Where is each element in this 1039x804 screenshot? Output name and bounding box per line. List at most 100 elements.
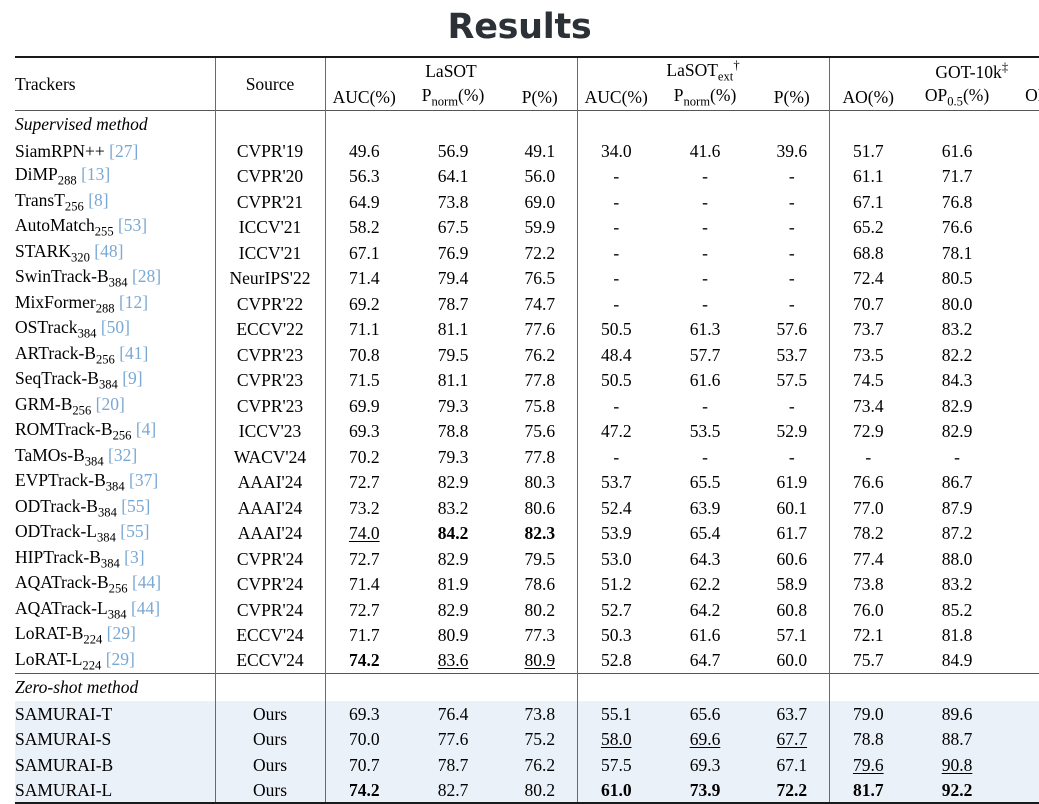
cell-value: 69.3 <box>324 701 403 727</box>
results-page: Results Trackers Source LaSOT LaSOText† GOT-… <box>0 0 1039 804</box>
cell-value: 51.2 <box>576 571 655 598</box>
cell-value: 72.7 <box>324 469 403 496</box>
table-row: SAMURAI-B Ours 70.7 78.7 76.2 57.5 69.3 67.1 79.… <box>15 752 1039 778</box>
tracker-subscript: 384 <box>107 607 127 622</box>
cell-value: 84.3 <box>941 370 973 391</box>
section-header-row: Zero-shot method <box>15 674 1039 702</box>
cell-value: 74.2 <box>324 648 403 674</box>
table-row: ODTrack-B384 [55] AAAI'24 73.2 83.2 80.6 52.4… <box>15 495 1039 521</box>
header-source: Source <box>214 58 325 111</box>
cell-value: 41.6 <box>689 140 721 161</box>
cell-value: 78.6 <box>524 574 556 595</box>
tracker-subscript: 384 <box>96 530 116 545</box>
table-row: MixFormer288 [12] CVPR'22 69.2 78.7 74.7- - -7… <box>15 291 1039 317</box>
cell-value: 60.1 <box>776 497 808 518</box>
cell-value: - <box>788 217 795 238</box>
cell-value: 53.0 <box>576 546 655 572</box>
citation-link[interactable]: [28] <box>132 266 161 286</box>
cell-tracker: SAMURAI-L <box>15 777 215 804</box>
cell-value: 78.8 <box>437 421 469 442</box>
tracker-subscript: 384 <box>105 479 125 494</box>
cell-value: 57.5 <box>576 752 655 778</box>
cell-value: 75.0 <box>1007 648 1039 674</box>
citation-link[interactable]: [29] <box>107 623 136 643</box>
cell-value: 58.9 <box>776 574 808 595</box>
cell-value: - <box>702 293 708 314</box>
cell-tracker: OSTrack384 [50] <box>15 317 130 341</box>
citation-link[interactable]: [12] <box>119 292 148 312</box>
cell-value: 60.0 <box>776 650 808 671</box>
tracker-subscript: 224 <box>82 658 102 673</box>
cell-value: - <box>788 242 795 263</box>
citation-link[interactable]: [3] <box>124 547 144 567</box>
cell-value: 34.0 <box>576 138 655 164</box>
cell-value: 61.7 <box>776 523 808 544</box>
cell-value: 48.4 <box>576 342 655 368</box>
cell-value: 77.3 <box>524 625 556 646</box>
cell-value: 76.0 <box>828 597 907 623</box>
citation-link[interactable]: [29] <box>106 649 135 669</box>
table-row: SwinTrack-B384 [28] NeurIPS'22 71.4 79.4 76.… <box>15 265 1039 292</box>
table-row: SAMURAI-L Ours 74.2 82.7 80.2 61.0 73.9 72.2 81.… <box>15 777 1039 804</box>
cell-value: 70.8 <box>1007 317 1039 343</box>
citation-link[interactable]: [32] <box>108 445 137 465</box>
cell-value: 49.1 <box>524 140 556 161</box>
cell-value: 73.4 <box>828 393 907 419</box>
citation-link[interactable]: [4] <box>136 419 156 439</box>
cell-value: - <box>576 444 655 470</box>
cell-value: 49.2 <box>1007 164 1039 190</box>
citation-link[interactable]: [50] <box>101 317 130 337</box>
citation-link[interactable]: [41] <box>119 343 148 363</box>
cell-value: - <box>788 166 795 187</box>
cell-value: 64.1 <box>437 166 469 187</box>
cell-value: 78.1 <box>941 242 973 263</box>
cell-value: 79.5 <box>524 548 556 569</box>
table-row: TransT256 [8] CVPR'21 64.9 73.8 69.0- - -67.1 7… <box>15 189 1039 215</box>
cell-tracker: ROMTrack-B256 [4] <box>15 419 157 443</box>
cell-value: 39.6 <box>776 140 808 161</box>
citation-link[interactable]: [55] <box>120 521 149 541</box>
citation-link[interactable]: [37] <box>129 470 158 490</box>
citation-link[interactable]: [13] <box>81 164 110 184</box>
cell-value: 50.3 <box>576 622 655 649</box>
cell-value: 65.5 <box>689 472 721 493</box>
citation-link[interactable]: [48] <box>94 241 123 261</box>
cell-value: 72.7 <box>324 597 403 623</box>
metric-subscript: norm <box>431 94 459 109</box>
cell-source: Ours <box>214 777 325 804</box>
citation-link[interactable]: [55] <box>121 496 150 516</box>
citation-link[interactable]: [9] <box>122 368 142 388</box>
cell-value: 72.4 <box>828 265 907 292</box>
cell-value: 80.0 <box>941 293 973 314</box>
table-row: GRM-B256 [20] CVPR'23 69.9 79.3 75.8- - -73.4 8… <box>15 393 1039 419</box>
tracker-subscript: 384 <box>84 454 104 469</box>
citation-link[interactable]: [8] <box>88 190 108 210</box>
header-group-lasot-ext: LaSOText† <box>576 58 829 85</box>
table-row: SAMURAI-T Ours 69.3 76.4 73.8 55.1 65.6 63.7 79.… <box>15 701 1039 727</box>
cell-value: 74.9 <box>1007 597 1039 623</box>
cell-value: 53.9 <box>576 520 655 547</box>
cell-value: 77.0 <box>828 495 907 521</box>
cell-source: ICCV'23 <box>214 418 325 445</box>
cell-value: 73.2 <box>324 495 403 521</box>
cell-value: 50.5 <box>576 367 655 394</box>
citation-link[interactable]: [53] <box>118 215 147 235</box>
cell-tracker: STARK320 [48] <box>15 240 124 265</box>
cell-value: 84.9 <box>941 650 973 671</box>
citation-link[interactable]: [27] <box>109 141 138 161</box>
tracker-subscript: 384 <box>98 377 118 392</box>
citation-link[interactable]: [44] <box>132 572 161 592</box>
cell-source: CVPR'21 <box>214 189 325 215</box>
cell-value: 76.4 <box>403 701 503 727</box>
cell-value: 80.3 <box>524 472 556 493</box>
cell-tracker: EVPTrack-B384 [37] <box>15 470 159 494</box>
cell-value: 71.5 <box>324 367 403 394</box>
results-table-body: Trackers Source LaSOT LaSOText† GOT-10k‡ AUC(… <box>15 56 1039 804</box>
citation-link[interactable]: [20] <box>96 394 125 414</box>
cell-value: - <box>702 217 708 238</box>
cell-value: 78.7 <box>437 293 469 314</box>
citation-link[interactable]: [44] <box>131 598 160 618</box>
section-header-row: Supervised method <box>15 111 1039 139</box>
cell-value: - <box>1007 444 1039 470</box>
cell-value: - <box>788 395 795 416</box>
